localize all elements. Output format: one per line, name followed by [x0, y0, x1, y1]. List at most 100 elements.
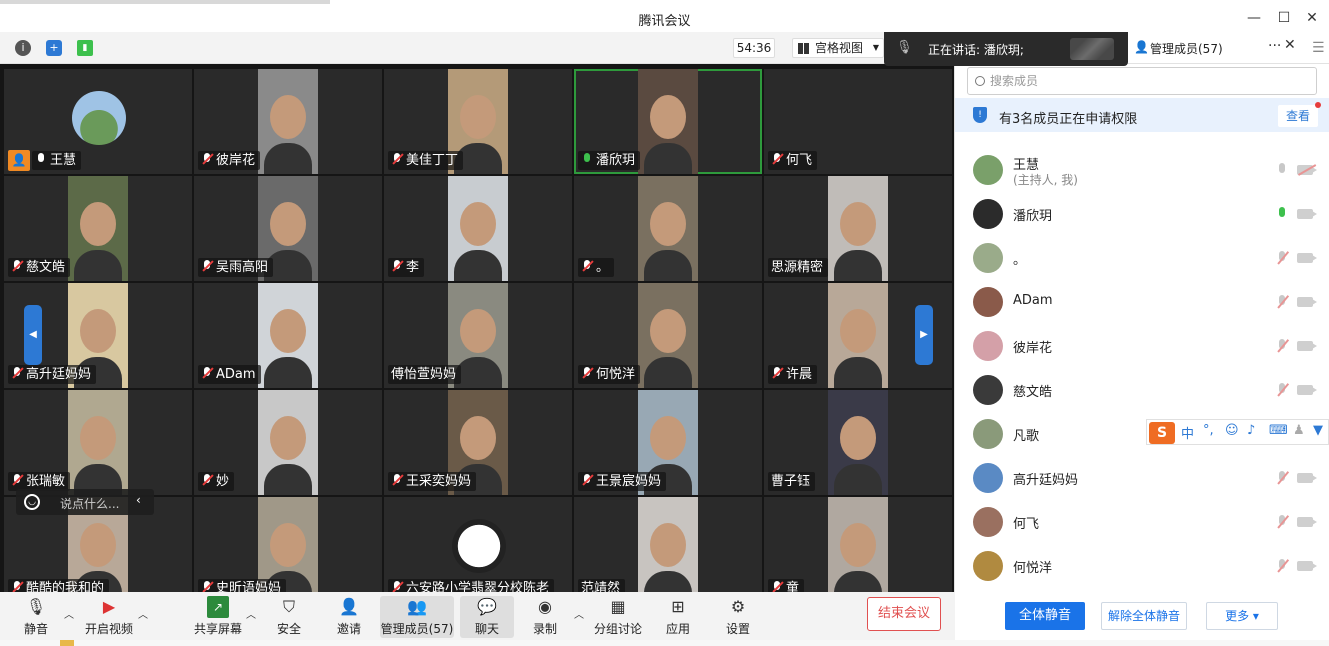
signal-icon[interactable]: ▮ — [77, 40, 93, 56]
record-options-caret[interactable]: ︿ — [574, 606, 584, 621]
settings-button[interactable]: ⚙ 设置 — [724, 596, 752, 638]
video-tile[interactable]: 王采奕妈妈 — [384, 390, 572, 495]
person-icon: 👤 — [1134, 40, 1149, 54]
mic-muted-icon[interactable] — [1275, 295, 1289, 309]
share-options-caret[interactable]: ︿ — [246, 606, 256, 621]
camera-icon[interactable] — [1297, 341, 1317, 351]
sogou-logo-icon[interactable]: S — [1149, 422, 1175, 444]
mic-icon[interactable] — [1275, 207, 1289, 221]
emoji-icon[interactable]: ☺ — [1225, 423, 1239, 438]
video-tile[interactable]: 范靖然 — [574, 497, 762, 592]
end-meeting-button[interactable]: 结束会议 — [867, 597, 941, 631]
video-tile[interactable]: 王景宸妈妈 — [574, 390, 762, 495]
video-tile[interactable]: 👤 王慧 — [4, 69, 192, 174]
video-tile[interactable]: 史昕语妈妈 — [194, 497, 382, 592]
member-row[interactable]: 何悦洋 — [955, 544, 1329, 588]
video-tile[interactable]: 何悦洋 — [574, 283, 762, 388]
apps-label: 应用 — [665, 622, 690, 636]
security-button[interactable]: ⛉ 安全 — [272, 596, 306, 638]
chevron-left-icon[interactable]: ‹ — [136, 493, 141, 507]
member-row[interactable]: 。 — [955, 236, 1329, 280]
video-tile[interactable]: 何飞 — [764, 69, 952, 174]
next-page-button[interactable]: ▶ — [915, 305, 933, 365]
ime-mode[interactable]: 中 — [1181, 423, 1194, 442]
member-row[interactable]: 王慧 (主持人, 我) — [955, 148, 1329, 192]
video-tile[interactable]: 李 — [384, 176, 572, 281]
view-mode-button[interactable]: 宫格视图 ▼ — [792, 38, 884, 58]
mic-muted-icon[interactable] — [1275, 471, 1289, 485]
maximize-button[interactable]: ☐ — [1273, 7, 1295, 29]
prev-page-button[interactable]: ◀ — [24, 305, 42, 365]
video-tile[interactable]: 美佳丁丁 — [384, 69, 572, 174]
view-requests-button[interactable]: 查看 — [1278, 105, 1318, 127]
mute-options-caret[interactable]: ︿ — [64, 606, 74, 621]
video-tile[interactable]: 童 — [764, 497, 952, 592]
member-row[interactable]: 何飞 — [955, 500, 1329, 544]
video-tile[interactable]: 彼岸花 — [194, 69, 382, 174]
video-tile[interactable]: 妙 — [194, 390, 382, 495]
member-row[interactable]: 潘欣玥 — [955, 192, 1329, 236]
search-placeholder: 搜索成员 — [990, 74, 1039, 88]
emoji-icon[interactable]: ◡ — [24, 494, 40, 510]
member-row[interactable]: ADam — [955, 280, 1329, 324]
mic-muted-icon — [11, 367, 23, 379]
video-tile[interactable]: 傅怡萱妈妈 — [384, 283, 572, 388]
camera-icon[interactable] — [1297, 561, 1317, 571]
user-icon[interactable]: ♟ — [1293, 423, 1305, 438]
punctuation-icon[interactable]: °, — [1203, 423, 1214, 438]
video-tile[interactable]: 潘欣玥 — [574, 69, 762, 174]
shield-icon[interactable]: + — [46, 40, 62, 56]
more-icon[interactable]: ··· — [1268, 38, 1281, 54]
mic-muted-icon[interactable] — [1275, 559, 1289, 573]
mic-muted-icon[interactable] — [1275, 251, 1289, 265]
mic-muted-icon — [771, 367, 783, 379]
mic-muted-icon[interactable] — [1275, 515, 1289, 529]
mic-muted-icon[interactable] — [1275, 339, 1289, 353]
chat-button[interactable]: 💬 聊天 — [460, 596, 514, 638]
video-tile[interactable]: 张瑞敏 — [4, 390, 192, 495]
apps-button[interactable]: ⊞ 应用 — [664, 596, 692, 638]
video-tile[interactable]: 六安路小学翡翠分校陈老 — [384, 497, 572, 592]
breakout-button[interactable]: ▦ 分组讨论 — [594, 596, 642, 638]
member-row[interactable]: 高升廷妈妈 — [955, 456, 1329, 500]
video-button[interactable]: ▶ 开启视频 — [84, 596, 134, 638]
video-tile[interactable]: 。 — [574, 176, 762, 281]
member-row[interactable]: 彼岸花 — [955, 324, 1329, 368]
video-tile[interactable]: 思源精密 — [764, 176, 952, 281]
info-icon[interactable]: i — [15, 40, 31, 56]
avatar — [973, 375, 1003, 405]
member-search-input[interactable]: 搜索成员 — [967, 67, 1317, 95]
more-actions-button[interactable]: 更多 ▾ — [1206, 602, 1278, 630]
menu-icon[interactable]: ☰ — [1312, 40, 1325, 56]
record-button[interactable]: ◉ 录制 — [530, 596, 560, 638]
manage-members-button[interactable]: 👥 管理成员(57) — [380, 596, 454, 638]
close-icon[interactable]: ✕ — [1284, 37, 1296, 53]
quick-chat-input[interactable]: ◡ 说点什么... ‹ — [16, 489, 154, 515]
invite-button[interactable]: 👤 邀请 — [332, 596, 366, 638]
skin-icon[interactable]: ▼ — [1313, 423, 1323, 438]
search-icon — [975, 76, 985, 86]
camera-icon[interactable] — [1297, 297, 1317, 307]
camera-icon[interactable] — [1297, 209, 1317, 219]
minimize-button[interactable]: — — [1243, 7, 1265, 29]
voice-icon[interactable]: ♪ — [1247, 423, 1255, 438]
unmute-all-button[interactable]: 解除全体静音 — [1101, 602, 1187, 630]
mute-button[interactable]: 🎙 静音 — [18, 596, 54, 638]
keyboard-icon[interactable]: ⌨ — [1269, 423, 1288, 438]
video-tile[interactable]: 慈文皓 — [4, 176, 192, 281]
video-options-caret[interactable]: ︿ — [138, 606, 148, 621]
video-tile[interactable]: 吴雨高阳 — [194, 176, 382, 281]
camera-icon[interactable] — [1297, 385, 1317, 395]
camera-icon[interactable] — [1297, 253, 1317, 263]
video-tile[interactable]: ADam — [194, 283, 382, 388]
share-screen-button[interactable]: ↗ 共享屏幕 — [194, 596, 242, 638]
mic-muted-icon[interactable] — [1275, 383, 1289, 397]
camera-icon[interactable] — [1297, 517, 1317, 527]
video-tile[interactable]: 曹子钰 — [764, 390, 952, 495]
close-button[interactable]: ✕ — [1301, 7, 1323, 29]
camera-off-icon[interactable] — [1297, 165, 1317, 175]
mic-icon[interactable] — [1275, 163, 1289, 177]
camera-icon[interactable] — [1297, 473, 1317, 483]
member-row[interactable]: 慈文皓 — [955, 368, 1329, 412]
mute-all-button[interactable]: 全体静音 — [1005, 602, 1085, 630]
